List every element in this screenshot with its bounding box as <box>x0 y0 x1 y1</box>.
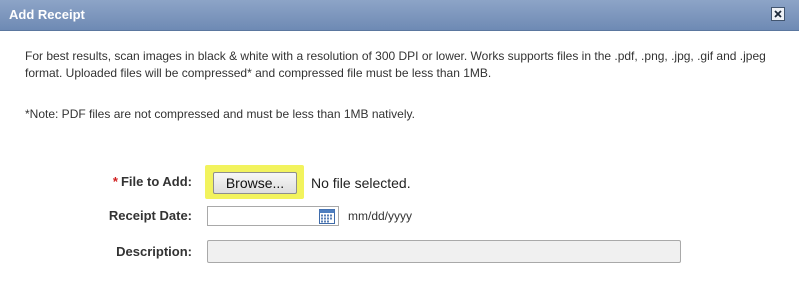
pdf-note: *Note: PDF files are not compressed and … <box>25 107 415 121</box>
description-label: Description: <box>116 244 192 259</box>
receipt-date-label: Receipt Date: <box>108 208 192 223</box>
file-status: No file selected. <box>311 175 411 191</box>
dialog-titlebar: Add Receipt <box>0 0 799 31</box>
description-input[interactable] <box>207 240 681 263</box>
close-x-glyph <box>774 10 782 18</box>
add-receipt-dialog: Add Receipt For best results, scan image… <box>0 0 799 294</box>
calendar-icon[interactable] <box>319 209 335 224</box>
dialog-title: Add Receipt <box>9 7 85 22</box>
close-icon[interactable] <box>771 7 785 21</box>
required-marker: * <box>112 174 118 189</box>
file-to-add-label-text: File to Add: <box>120 174 192 189</box>
file-to-add-label: * File to Add: <box>22 174 192 189</box>
browse-button[interactable]: Browse... <box>213 172 297 194</box>
instructions-text: For best results, scan images in black &… <box>25 49 766 80</box>
date-format-hint: mm/dd/yyyy <box>348 209 413 223</box>
